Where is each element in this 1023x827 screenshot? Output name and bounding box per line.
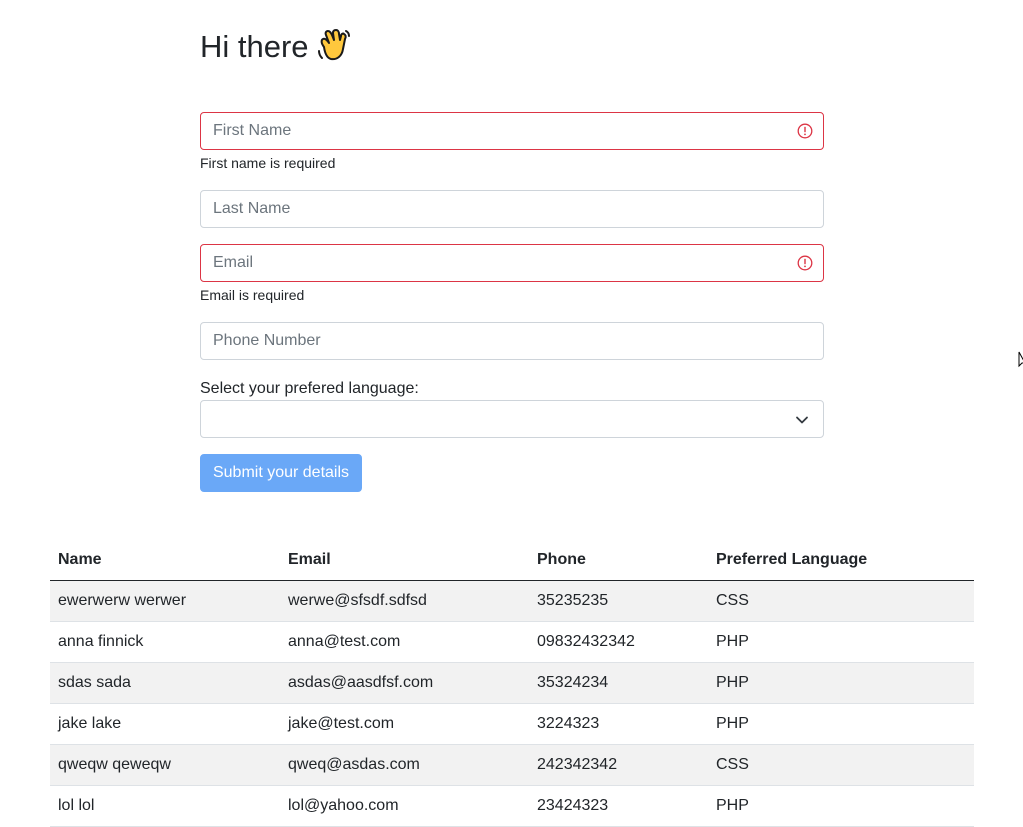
cell-email: anna@test.com bbox=[280, 621, 529, 663]
cell-phone: 3224323 bbox=[529, 703, 708, 745]
cell-language: PHP bbox=[708, 621, 974, 663]
waving-hand-icon bbox=[315, 27, 351, 74]
email-error: Email is required bbox=[200, 287, 305, 303]
first-name-error: First name is required bbox=[200, 155, 336, 171]
first-name-input[interactable] bbox=[213, 122, 783, 140]
cell-name: jake lake bbox=[50, 703, 280, 745]
error-icon bbox=[797, 123, 813, 139]
table-row: qweqw qeweqw qweq@asdas.com 242342342 CS… bbox=[50, 744, 974, 786]
last-name-input[interactable] bbox=[213, 200, 811, 218]
mouse-cursor-icon bbox=[1018, 351, 1023, 368]
language-select[interactable] bbox=[200, 400, 824, 438]
phone-input[interactable] bbox=[213, 332, 811, 350]
column-header-email: Email bbox=[280, 540, 529, 581]
table-header-row: Name Email Phone Preferred Language bbox=[50, 540, 974, 581]
email-input[interactable] bbox=[213, 254, 783, 272]
cell-language: CSS bbox=[708, 744, 974, 786]
cell-name: sdas sada bbox=[50, 662, 280, 704]
cell-language: PHP bbox=[708, 662, 974, 704]
cell-name: lol lol bbox=[50, 785, 280, 827]
cell-language: CSS bbox=[708, 580, 974, 622]
page-title: Hi there bbox=[200, 26, 351, 74]
cell-phone: 23424323 bbox=[529, 785, 708, 827]
table-row: lol lol lol@yahoo.com 23424323 PHP bbox=[50, 785, 974, 827]
cell-email: jake@test.com bbox=[280, 703, 529, 745]
cell-name: ewerwerw werwer bbox=[50, 580, 280, 622]
column-header-name: Name bbox=[50, 540, 280, 581]
table-row: sdas sada asdas@aasdfsf.com 35324234 PHP bbox=[50, 662, 974, 704]
cell-phone: 242342342 bbox=[529, 744, 708, 786]
table-row: anna finnick anna@test.com 09832432342 P… bbox=[50, 621, 974, 663]
cell-phone: 35324234 bbox=[529, 662, 708, 704]
cell-email: qweq@asdas.com bbox=[280, 744, 529, 786]
page-title-text: Hi there bbox=[200, 29, 309, 64]
column-header-phone: Phone bbox=[529, 540, 708, 581]
table-row: ewerwerw werwer werwe@sfsdf.sdfsd 352352… bbox=[50, 580, 974, 622]
cell-language: PHP bbox=[708, 785, 974, 827]
cell-phone: 35235235 bbox=[529, 580, 708, 622]
cell-name: anna finnick bbox=[50, 621, 280, 663]
chevron-down-icon bbox=[796, 416, 808, 424]
cell-email: asdas@aasdfsf.com bbox=[280, 662, 529, 704]
email-field[interactable] bbox=[200, 244, 824, 282]
submissions-table: Name Email Phone Preferred Language ewer… bbox=[50, 540, 974, 827]
cell-email: lol@yahoo.com bbox=[280, 785, 529, 827]
column-header-language: Preferred Language bbox=[708, 540, 974, 581]
cell-name: qweqw qeweqw bbox=[50, 744, 280, 786]
cell-phone: 09832432342 bbox=[529, 621, 708, 663]
error-icon bbox=[797, 255, 813, 271]
last-name-field[interactable] bbox=[200, 190, 824, 228]
cell-language: PHP bbox=[708, 703, 974, 745]
cell-email: werwe@sfsdf.sdfsd bbox=[280, 580, 529, 622]
language-label: Select your prefered language: bbox=[200, 380, 419, 397]
first-name-field[interactable] bbox=[200, 112, 824, 150]
submit-button[interactable]: Submit your details bbox=[200, 454, 362, 492]
phone-field[interactable] bbox=[200, 322, 824, 360]
table-row: jake lake jake@test.com 3224323 PHP bbox=[50, 703, 974, 745]
